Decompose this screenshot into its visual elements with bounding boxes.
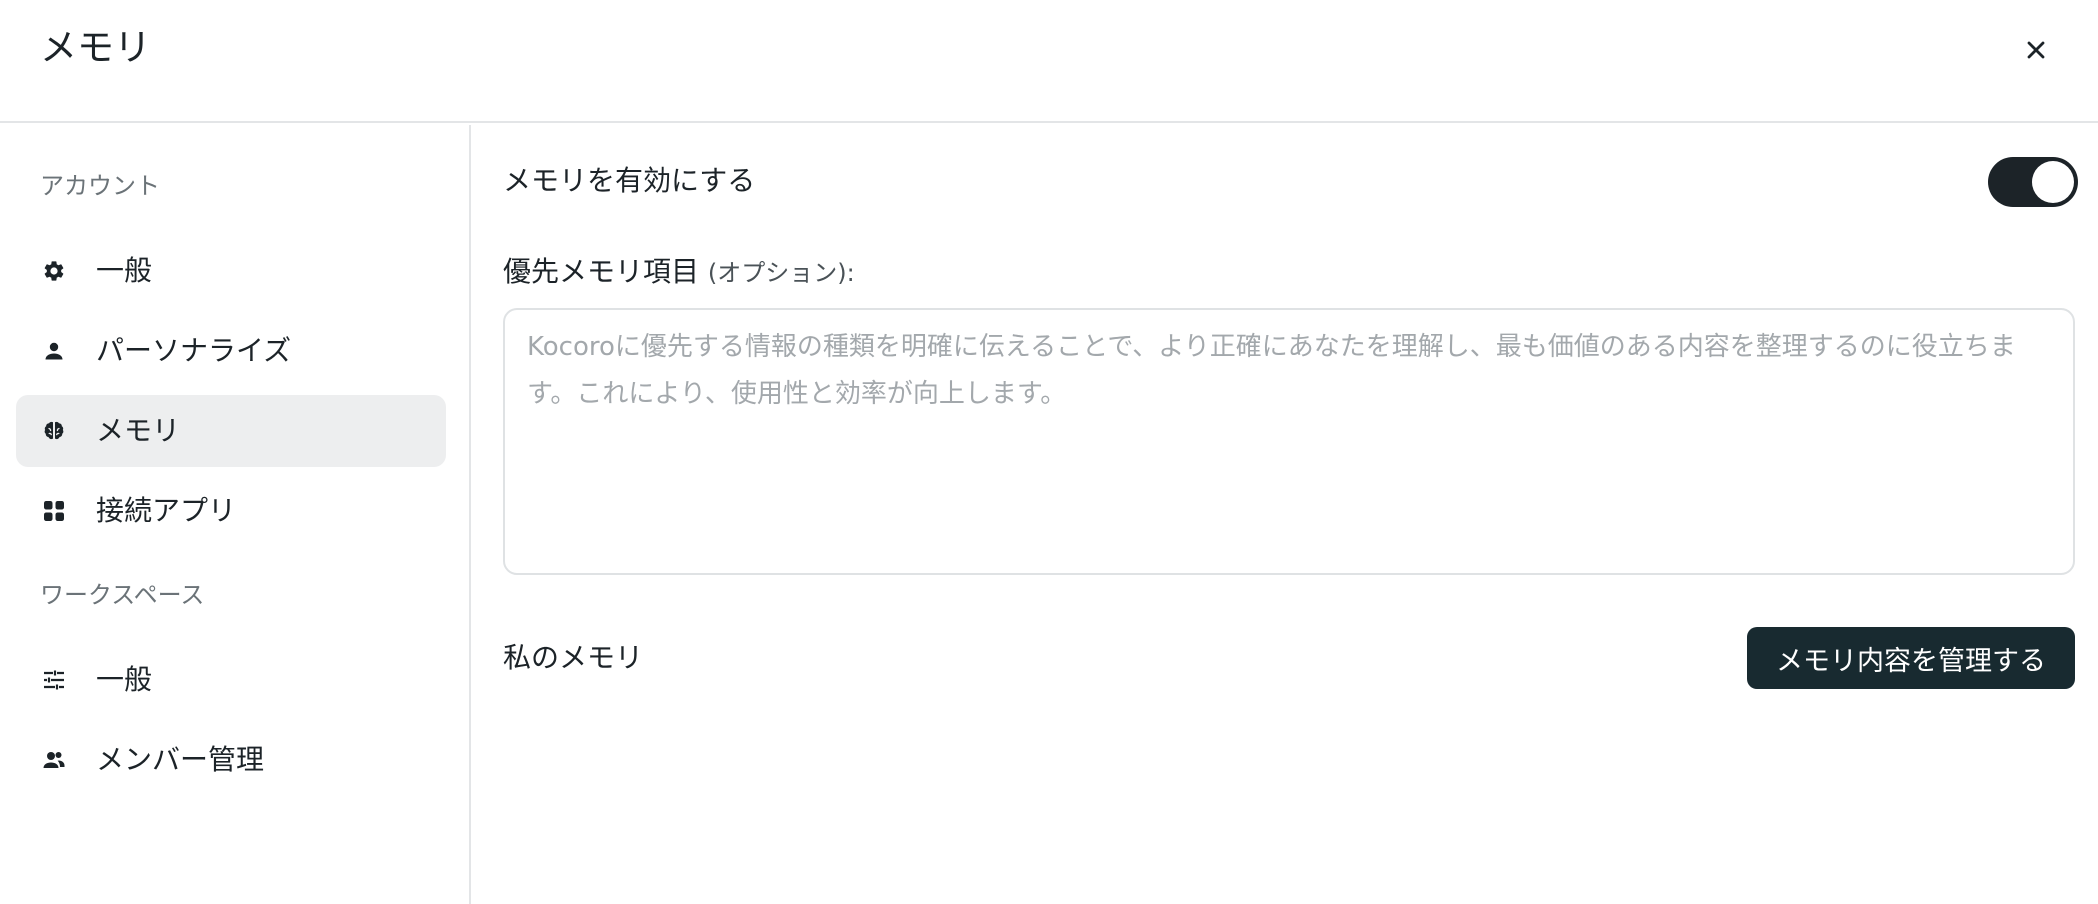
sidebar-item-label: 接続アプリ — [96, 494, 237, 527]
person-icon — [42, 339, 66, 363]
dialog-title: メモリ — [40, 26, 151, 69]
manage-memory-button[interactable]: メモリ内容を管理する — [1747, 627, 2075, 689]
sidebar-item-personalize[interactable]: パーソナライズ — [16, 315, 446, 387]
apps-grid-icon — [42, 499, 66, 523]
memory-settings-dialog: メモリ アカウント 一般 パーソナライズ メモリ 接続アプリ ワークスペース 一… — [0, 0, 2098, 904]
section-label-workspace: ワークスペース — [40, 581, 205, 609]
close-button[interactable] — [2016, 28, 2056, 72]
sidebar-item-member-management[interactable]: メンバー管理 — [16, 724, 446, 796]
sidebar-item-label: メモリ — [96, 414, 181, 447]
my-memory-label: 私のメモリ — [503, 641, 644, 674]
close-icon — [2027, 41, 2045, 59]
priority-memory-label-text: 優先メモリ項目 — [503, 255, 700, 288]
sidebar-item-label: 一般 — [96, 254, 153, 287]
enable-memory-label: メモリを有効にする — [503, 164, 756, 197]
sidebar-item-memory[interactable]: メモリ — [16, 395, 446, 467]
enable-memory-toggle[interactable] — [1988, 157, 2078, 207]
sidebar-item-label: 一般 — [96, 663, 153, 696]
sidebar-item-label: パーソナライズ — [96, 334, 292, 367]
priority-memory-optional: (オプション): — [707, 259, 855, 287]
members-icon — [42, 748, 66, 772]
toggle-knob — [2032, 161, 2074, 203]
sidebar-item-label: メンバー管理 — [96, 743, 265, 776]
settings-sidebar: アカウント 一般 パーソナライズ メモリ 接続アプリ ワークスペース 一般 メン… — [0, 125, 471, 904]
memory-settings-panel: メモリを有効にする 優先メモリ項目 (オプション): 私のメモリ メモリ内容を管… — [473, 125, 2098, 904]
sidebar-item-general[interactable]: 一般 — [16, 235, 446, 307]
gear-icon — [42, 259, 66, 283]
sidebar-item-connected-apps[interactable]: 接続アプリ — [16, 475, 446, 547]
sliders-icon — [42, 668, 66, 692]
section-label-account: アカウント — [40, 172, 160, 200]
brain-icon — [42, 419, 66, 443]
sidebar-item-workspace-general[interactable]: 一般 — [16, 644, 446, 716]
priority-memory-label: 優先メモリ項目 (オプション): — [503, 252, 855, 293]
priority-memory-textarea[interactable] — [503, 308, 2075, 575]
dialog-header: メモリ — [0, 0, 2098, 123]
